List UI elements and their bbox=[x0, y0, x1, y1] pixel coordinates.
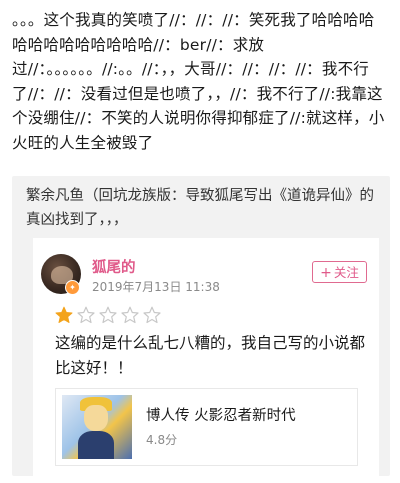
star-empty-icon bbox=[77, 306, 95, 324]
star-empty-icon bbox=[121, 306, 139, 324]
book-score: 4.8分 bbox=[146, 433, 178, 447]
plus-icon: + bbox=[320, 265, 332, 281]
book-title: 博人传 火影忍者新时代 bbox=[146, 408, 296, 424]
star-empty-icon bbox=[99, 306, 117, 324]
follow-button-label: 关注 bbox=[333, 265, 359, 280]
comment-text: 。。。这个我真的笑喷了//：//：//：笑死我了哈哈哈哈哈哈哈哈哈哈哈哈哈//：… bbox=[12, 11, 385, 152]
book-link-card[interactable]: 博人传 火影忍者新时代 4.8分 bbox=[55, 388, 358, 466]
verified-badge-icon: ✦ bbox=[65, 280, 80, 295]
book-cover-image bbox=[62, 395, 132, 459]
review-timestamp: 2019年7月13日 11:38 bbox=[92, 280, 220, 294]
follow-button[interactable]: + 关注 bbox=[312, 261, 367, 283]
quoted-post[interactable]: 繁余凡鱼（回坑龙族版：导致狐尾写出《道诡异仙》的真凶找到了，，， ✦ 狐尾的 2… bbox=[12, 176, 390, 476]
quoted-post-header: 繁余凡鱼（回坑龙族版：导致狐尾写出《道诡异仙》的真凶找到了，，， bbox=[26, 188, 374, 228]
review-username[interactable]: 狐尾的 bbox=[92, 256, 136, 277]
star-empty-icon bbox=[143, 306, 161, 324]
review-card[interactable]: ✦ 狐尾的 2019年7月13日 11:38 + 关注 这编的是什么乱七八糟的，我… bbox=[33, 238, 379, 476]
review-text: 这编的是什么乱七八糟的，我自己写的小说都比这好！！ bbox=[55, 334, 366, 377]
star-rating bbox=[55, 306, 161, 324]
star-filled-icon bbox=[55, 306, 73, 323]
